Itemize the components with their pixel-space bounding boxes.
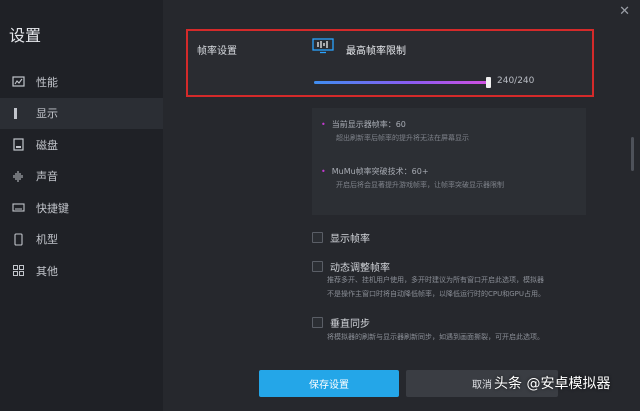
sidebar-item-display[interactable]: 显示 bbox=[0, 97, 163, 129]
keyboard-icon bbox=[11, 201, 25, 215]
bullet-dot: • bbox=[321, 167, 326, 176]
sidebar-item-model[interactable]: 机型 bbox=[0, 224, 163, 256]
sidebar-item-disk[interactable]: 磁盘 bbox=[0, 129, 163, 161]
dynamic-fps-label: 动态调整帧率 bbox=[330, 263, 390, 274]
frame-rate-label: 帧率设置 bbox=[197, 46, 237, 57]
vsync-checkbox[interactable] bbox=[312, 317, 323, 328]
dynamic-fps-checkbox[interactable] bbox=[312, 261, 323, 272]
sidebar-item-label: 快捷键 bbox=[36, 201, 69, 215]
sidebar-nav: 性能 显示 磁盘 声音 快捷键 机型 其他 bbox=[0, 66, 163, 287]
scrollbar[interactable] bbox=[631, 137, 634, 171]
sidebar-item-label: 性能 bbox=[36, 75, 58, 89]
bullet-dot: • bbox=[321, 120, 326, 129]
close-button[interactable]: ✕ bbox=[619, 4, 630, 19]
save-button[interactable]: 保存设置 bbox=[259, 370, 399, 397]
sidebar-item-shortcuts[interactable]: 快捷键 bbox=[0, 192, 163, 224]
info-title: 当前显示器帧率：60 bbox=[331, 120, 406, 129]
sidebar-item-label: 其他 bbox=[36, 264, 58, 278]
info-item: • MuMu帧率突破技术：60+ bbox=[321, 166, 429, 177]
slider-value: 240/240 bbox=[497, 76, 535, 86]
slider-fill bbox=[314, 81, 488, 84]
vsync-desc: 将模拟器的刷新与显示器刷新同步，如遇到画面撕裂，可开启此选项。 bbox=[327, 333, 544, 341]
max-fps-slider[interactable] bbox=[314, 77, 491, 88]
slider-thumb[interactable] bbox=[486, 77, 491, 88]
app-title: 设置 bbox=[9, 26, 42, 45]
vsync-label: 垂直同步 bbox=[330, 319, 370, 330]
info-title: MuMu帧率突破技术：60+ bbox=[331, 167, 429, 176]
dynamic-fps-desc: 不是操作主窗口时将自动降低帧率，以降低运行时的CPU和GPU占用。 bbox=[327, 290, 546, 298]
info-desc: 开启后将会显著提升游戏帧率，让帧率突破显示器限制 bbox=[336, 181, 504, 189]
show-fps-checkbox[interactable] bbox=[312, 232, 323, 243]
display-icon bbox=[11, 106, 25, 120]
show-fps-label: 显示帧率 bbox=[330, 234, 370, 245]
dynamic-fps-desc: 推荐多开、挂机用户使用，多开时建议为所有窗口开启此选项，模拟器 bbox=[327, 276, 544, 284]
sidebar-item-performance[interactable]: 性能 bbox=[0, 66, 163, 98]
sidebar: 设置 性能 显示 磁盘 声音 快捷键 机型 其他 bbox=[0, 0, 163, 411]
sound-icon bbox=[11, 169, 25, 183]
sidebar-item-other[interactable]: 其他 bbox=[0, 255, 163, 287]
sidebar-item-label: 磁盘 bbox=[36, 138, 58, 152]
frame-rate-section: 帧率设置 最高帧率限制 240/240 bbox=[186, 29, 594, 97]
phone-icon bbox=[11, 232, 25, 246]
fps-info-box: • 当前显示器帧率：60 超出刷新率后帧率的提升将无法在屏幕显示 • MuMu帧率突… bbox=[312, 108, 586, 215]
max-fps-label: 最高帧率限制 bbox=[346, 46, 406, 57]
sidebar-item-label: 声音 bbox=[36, 170, 58, 184]
info-desc: 超出刷新率后帧率的提升将无法在屏幕显示 bbox=[336, 134, 469, 142]
sidebar-item-label: 机型 bbox=[36, 233, 58, 247]
info-item: • 当前显示器帧率：60 bbox=[321, 119, 406, 130]
monitor-fps-icon bbox=[312, 38, 334, 54]
sidebar-item-label: 显示 bbox=[36, 107, 58, 121]
disk-icon bbox=[11, 138, 25, 152]
grid-icon bbox=[11, 264, 25, 278]
performance-icon bbox=[11, 75, 25, 89]
watermark: 头条 @安卓模拟器 bbox=[494, 376, 611, 392]
sidebar-item-sound[interactable]: 声音 bbox=[0, 161, 163, 193]
